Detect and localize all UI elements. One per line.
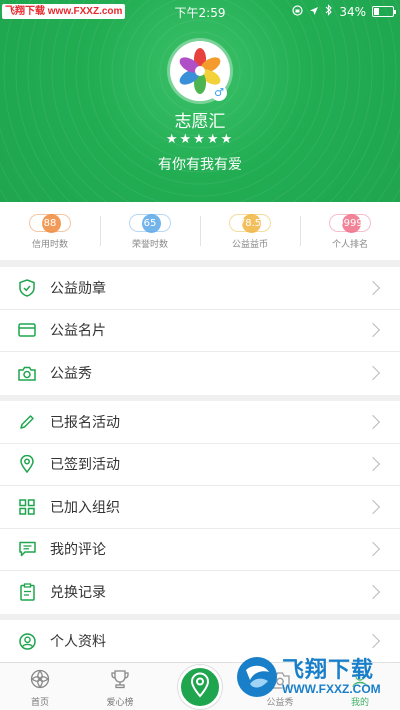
flower-icon xyxy=(30,669,50,693)
menu-group-activities: 已报名活动 已签到活动 已加入组织 我的评论 兑换记录 xyxy=(0,401,400,614)
stat-value: 78.5 xyxy=(238,217,262,229)
tab-label: 首页 xyxy=(30,698,49,708)
pencil-icon xyxy=(18,413,36,431)
rating-stars: ★★★★★ xyxy=(165,132,235,147)
menu-item-show[interactable]: 公益秀 xyxy=(0,352,400,395)
chevron-right-icon xyxy=(365,499,381,514)
chevron-right-icon xyxy=(365,542,381,557)
status-icons: 34% xyxy=(292,4,396,19)
location-pin-icon xyxy=(18,455,36,474)
stat-pill: 65 xyxy=(129,214,171,233)
battery-percent: 34% xyxy=(339,4,366,19)
stats-bar: 88 信用时数 65 荣誉时数 78.5 公益益币 9999 个人排名 xyxy=(0,202,400,260)
profile-slogan: 有你有我有爱 xyxy=(158,157,242,173)
tab-home[interactable]: 首页 xyxy=(0,663,80,710)
stat-pill: 88 xyxy=(29,214,71,233)
menu-item-medals[interactable]: 公益勋章 xyxy=(0,267,400,310)
menu-item-label: 公益秀 xyxy=(50,366,92,383)
watermark-badge-url: WWW.FXXZ.COM xyxy=(282,682,381,696)
stat-label: 个人排名 xyxy=(331,240,368,250)
chevron-right-icon xyxy=(365,366,381,381)
watermark-badge: 飞翔下载 WWW.FXXZ.COM xyxy=(232,648,394,706)
stat-value: 88 xyxy=(43,217,57,229)
menu-item-label: 已报名活动 xyxy=(50,414,120,431)
tab-checkin-button[interactable] xyxy=(178,665,222,709)
stat-label: 信用时数 xyxy=(31,240,68,250)
menu-item-label: 公益勋章 xyxy=(50,280,106,297)
stat-pill: 9999 xyxy=(329,214,371,233)
menu-item-card[interactable]: 公益名片 xyxy=(0,310,400,352)
menu-item-checked-in[interactable]: 已签到活动 xyxy=(0,444,400,486)
stat-label: 荣誉时数 xyxy=(131,240,168,250)
shield-icon xyxy=(18,278,36,297)
profile-header: 飞翔下载 www.FXXZ.com 下午2:59 34% ♂ 志愿汇 ★★★★★… xyxy=(0,0,400,202)
stat-coins[interactable]: 78.5 公益益币 xyxy=(200,202,300,260)
menu-item-label: 公益名片 xyxy=(50,323,106,340)
person-icon xyxy=(18,632,36,650)
chevron-right-icon xyxy=(365,634,381,649)
chevron-right-icon xyxy=(365,457,381,472)
chevron-right-icon xyxy=(365,585,381,600)
comment-icon xyxy=(18,540,36,558)
location-pin-icon xyxy=(190,672,210,702)
trophy-icon xyxy=(110,669,130,693)
tab-leaderboard[interactable]: 爱心榜 xyxy=(80,663,160,710)
menu-item-label: 我的评论 xyxy=(50,542,106,559)
menu-item-label: 已签到活动 xyxy=(50,457,120,474)
lock-rotation-icon xyxy=(292,4,303,19)
tab-label: 爱心榜 xyxy=(106,698,134,708)
stat-value: 9999 xyxy=(337,217,363,229)
location-arrow-icon xyxy=(309,5,319,19)
menu-item-organizations[interactable]: 已加入组织 xyxy=(0,486,400,529)
stat-pill: 78.5 xyxy=(229,214,271,233)
watermark-badge-title: 飞翔下载 xyxy=(282,657,375,682)
stat-value: 65 xyxy=(143,217,157,229)
menu-item-label: 已加入组织 xyxy=(50,499,120,516)
stat-ranking[interactable]: 9999 个人排名 xyxy=(300,202,400,260)
menu-item-comments[interactable]: 我的评论 xyxy=(0,529,400,571)
menu-item-exchange-records[interactable]: 兑换记录 xyxy=(0,571,400,614)
card-icon xyxy=(18,321,36,339)
grid-icon xyxy=(18,498,36,516)
chevron-right-icon xyxy=(365,414,381,429)
stat-credit-hours[interactable]: 88 信用时数 xyxy=(0,202,100,260)
clipboard-icon xyxy=(18,583,36,601)
bluetooth-icon xyxy=(325,4,333,19)
chevron-right-icon xyxy=(365,280,381,295)
chevron-right-icon xyxy=(365,323,381,338)
male-icon: ♂ xyxy=(211,85,227,101)
username: 志愿汇 xyxy=(174,112,226,132)
status-bar: 飞翔下载 www.FXXZ.com 下午2:59 34% xyxy=(0,0,400,22)
menu-group-showcase: 公益勋章 公益名片 公益秀 xyxy=(0,267,400,395)
stat-honor-hours[interactable]: 65 荣誉时数 xyxy=(100,202,200,260)
camera-icon xyxy=(18,364,36,382)
menu-item-registered[interactable]: 已报名活动 xyxy=(0,401,400,444)
menu-item-label: 兑换记录 xyxy=(50,585,106,602)
stat-label: 公益益币 xyxy=(231,240,268,250)
battery-icon xyxy=(372,6,396,17)
